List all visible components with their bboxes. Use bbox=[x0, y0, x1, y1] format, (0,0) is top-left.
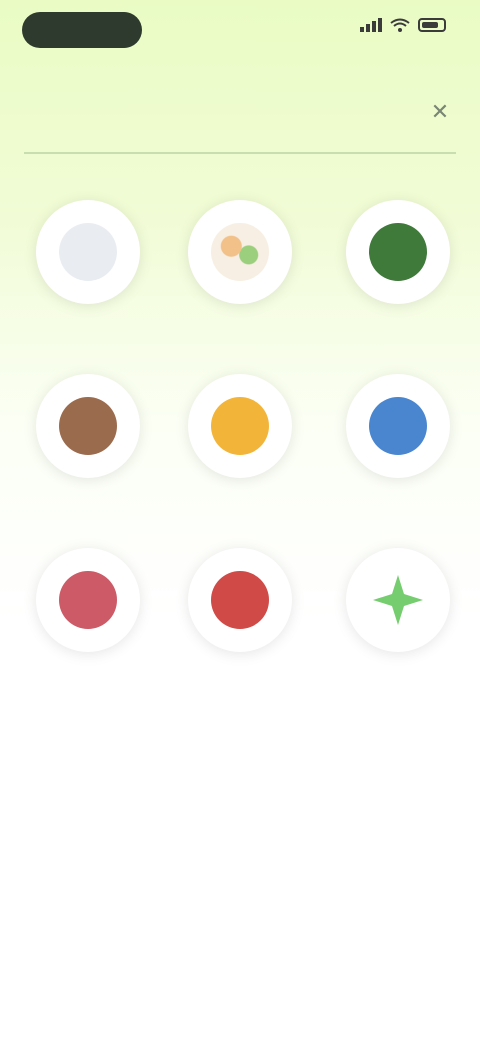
grid-item-4[interactable] bbox=[160, 374, 320, 534]
divider bbox=[24, 152, 456, 154]
time-pill bbox=[22, 12, 142, 48]
header: ✕ bbox=[24, 92, 456, 136]
grid-item-7[interactable] bbox=[160, 548, 320, 708]
mixed-color-icon bbox=[211, 223, 269, 281]
grid-item-circle bbox=[346, 548, 450, 652]
star-shape bbox=[373, 575, 423, 625]
grid-item-circle bbox=[188, 548, 292, 652]
battery-icon bbox=[418, 18, 446, 32]
grid-item-circle bbox=[188, 374, 292, 478]
grid-item-3[interactable] bbox=[8, 374, 168, 534]
white-apparel-icon bbox=[59, 223, 117, 281]
grid-item-circle bbox=[36, 548, 140, 652]
grid-item-1[interactable] bbox=[160, 200, 320, 360]
red-item-icon bbox=[211, 571, 269, 629]
wifi-icon bbox=[390, 18, 410, 32]
signal-icon bbox=[360, 18, 382, 32]
grid-item-circle bbox=[346, 200, 450, 304]
grid-item-0[interactable] bbox=[8, 200, 168, 360]
grid-item-2[interactable] bbox=[318, 200, 478, 360]
blue-item-icon bbox=[369, 397, 427, 455]
green-item-icon bbox=[369, 223, 427, 281]
grid-item-circle bbox=[188, 200, 292, 304]
brown-item-icon bbox=[59, 397, 117, 455]
close-icon[interactable]: ✕ bbox=[426, 98, 454, 126]
green-star-icon bbox=[369, 571, 427, 629]
grid-item-circle bbox=[36, 200, 140, 304]
grid-item-8[interactable] bbox=[318, 548, 478, 708]
status-icons bbox=[360, 18, 446, 32]
grid-item-5[interactable] bbox=[318, 374, 478, 534]
grid-item-circle bbox=[346, 374, 450, 478]
grid-item-6[interactable] bbox=[8, 548, 168, 708]
pink-red-item-icon bbox=[59, 571, 117, 629]
status-bar bbox=[0, 0, 480, 60]
yellow-item-icon bbox=[211, 397, 269, 455]
grid-item-circle bbox=[36, 374, 140, 478]
